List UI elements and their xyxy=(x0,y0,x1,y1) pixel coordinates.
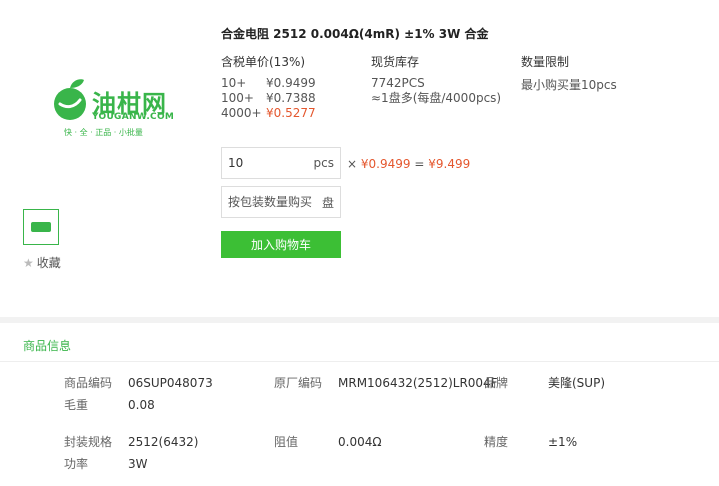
attr-item: 精度 ±1% xyxy=(484,433,577,450)
package-quantity-input[interactable] xyxy=(228,195,318,209)
stock-header: 现货库存 xyxy=(371,55,420,69)
attr-label: 封装规格 xyxy=(64,435,113,449)
calc-unit-price: ¥0.9499 xyxy=(360,157,411,171)
attr-item: 毛重 0.08 xyxy=(64,396,155,413)
attr-label: 精度 xyxy=(484,435,509,449)
section-divider xyxy=(0,317,719,323)
stock-info: 7742PCS ≈1盘多(每盘/4000pcs) xyxy=(371,76,501,106)
price-header: 含税单价(13%) xyxy=(221,55,306,69)
attr-label: 商品编码 xyxy=(64,376,113,390)
attr-label: 原厂编码 xyxy=(274,376,323,390)
section-rule xyxy=(0,361,719,362)
product-info-title: 商品信息 xyxy=(23,339,72,353)
attr-value: 0.08 xyxy=(128,398,155,412)
tier-qty: 100+ xyxy=(221,91,254,105)
attr-value: 3W xyxy=(128,457,148,471)
tier-price: ¥0.9499 xyxy=(266,76,316,90)
tier-qty: 4000+ xyxy=(221,106,262,120)
tier-price: ¥0.7388 xyxy=(266,91,316,105)
attr-label: 毛重 xyxy=(64,398,89,412)
attr-value: ±1% xyxy=(548,435,578,449)
product-title: 合金电阻 2512 0.004Ω(4mR) ±1% 3W 合金 xyxy=(221,27,489,41)
price-tier-list: 10+ ¥0.9499 100+ ¥0.7388 4000+ ¥0.5277 xyxy=(221,76,316,121)
attr-item: 功率 3W xyxy=(64,455,148,472)
stock-count: 7742PCS xyxy=(371,76,425,90)
price-calculation: × ¥0.9499 = ¥9.499 xyxy=(347,157,470,171)
package-quantity-field[interactable]: 盘 xyxy=(221,186,341,218)
orange-fruit-icon xyxy=(54,79,86,120)
logo-domain-text: YOUGANW.COM xyxy=(92,112,175,122)
favorite-button[interactable]: ★ 收藏 xyxy=(23,254,61,271)
attr-value: 0.004Ω xyxy=(338,435,382,449)
attr-value: 2512(6432) xyxy=(128,435,199,449)
attr-item: 阻值 0.004Ω xyxy=(274,433,382,450)
price-tier-row: 100+ ¥0.7388 xyxy=(221,91,316,106)
price-tier-row: 10+ ¥0.9499 xyxy=(221,76,316,91)
quantity-field[interactable]: pcs xyxy=(221,147,341,179)
favorite-label: 收藏 xyxy=(36,256,61,270)
attr-item: 封装规格 2512(6432) xyxy=(64,433,198,450)
attr-value: 06SUP048073 xyxy=(128,376,213,390)
attr-item: 商品编码 06SUP048073 xyxy=(64,374,213,391)
logo-slogan: 快 · 全 · 正品 · 小批量 xyxy=(64,128,143,137)
thumbnail-logo-icon xyxy=(31,222,51,232)
price-tier-row: 4000+ ¥0.5277 xyxy=(221,106,316,121)
tier-qty: 10+ xyxy=(221,76,247,90)
attr-item: 原厂编码 MRM106432(2512)LR004F xyxy=(274,374,498,391)
attr-value: MRM106432(2512)LR004F xyxy=(338,376,498,390)
quantity-unit: pcs xyxy=(313,156,334,170)
star-icon: ★ xyxy=(23,255,34,270)
calc-total: ¥9.499 xyxy=(428,157,471,171)
attr-label: 品牌 xyxy=(484,376,509,390)
attr-label: 阻值 xyxy=(274,435,299,449)
limit-header: 数量限制 xyxy=(521,55,570,69)
tier-price-highlight: ¥0.5277 xyxy=(266,106,316,120)
stock-reel: ≈1盘多(每盘/4000pcs) xyxy=(371,91,502,105)
product-thumbnail[interactable] xyxy=(23,209,59,245)
site-logo[interactable]: 油柑网 YOUGANW.COM 快 · 全 · 正品 · 小批量 xyxy=(50,76,174,140)
quantity-input[interactable] xyxy=(228,156,298,170)
attr-value: 美隆(SUP) xyxy=(548,376,606,390)
package-unit: 盘 xyxy=(321,195,334,210)
attr-item: 品牌 美隆(SUP) xyxy=(484,374,605,391)
min-purchase: 最小购买量10pcs xyxy=(521,78,617,92)
equals-sign: = xyxy=(414,157,425,171)
times-sign: × xyxy=(347,157,358,171)
attr-label: 功率 xyxy=(64,457,89,471)
add-to-cart-button[interactable]: 加入购物车 xyxy=(221,231,341,258)
